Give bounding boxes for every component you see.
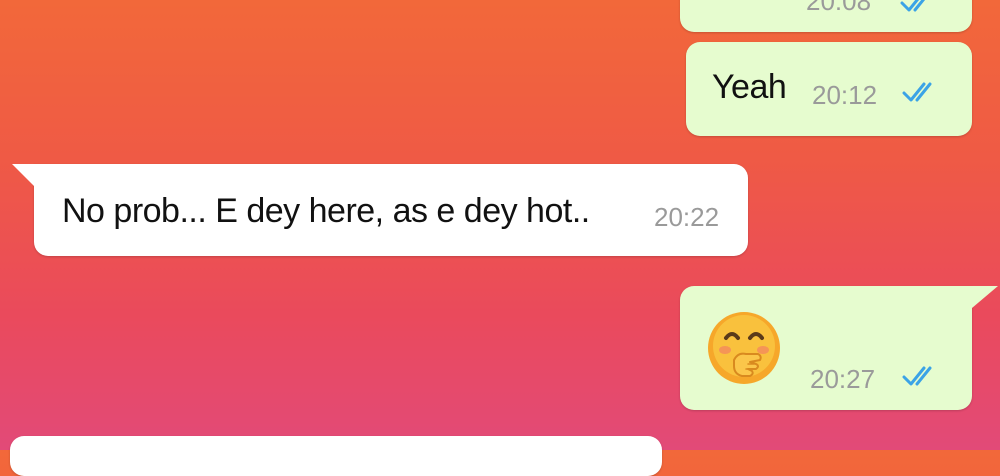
- bubble-tail: [972, 286, 998, 308]
- message-text: No prob... E dey here, as e dey hot..: [62, 192, 590, 230]
- double-tick-read-icon: [902, 80, 942, 109]
- message-bubble-outgoing[interactable]: 20:27: [680, 286, 998, 410]
- face-with-hand-over-mouth-icon: [704, 308, 784, 393]
- double-tick-read-icon: [902, 364, 942, 393]
- message-bubble-outgoing[interactable]: 20:08: [680, 0, 972, 32]
- bubble-tail: [12, 164, 34, 186]
- message-text: Yeah: [712, 68, 787, 106]
- message-bubble-incoming[interactable]: [10, 436, 662, 476]
- message-timestamp: 20:27: [810, 364, 876, 394]
- message-timestamp: 20:12: [812, 80, 878, 110]
- message-bubble-outgoing[interactable]: Yeah 20:12: [686, 42, 972, 136]
- message-timestamp: 20:08: [806, 0, 872, 16]
- double-tick-read-icon: [900, 0, 940, 19]
- message-bubble-incoming[interactable]: No prob... E dey here, as e dey hot.. 20…: [12, 164, 748, 256]
- emoji-icon: [704, 0, 774, 5]
- message-timestamp: 20:22: [654, 202, 720, 232]
- chat-conversation: 20:08 Yeah 20:12 No prob... E dey here, …: [0, 0, 1000, 476]
